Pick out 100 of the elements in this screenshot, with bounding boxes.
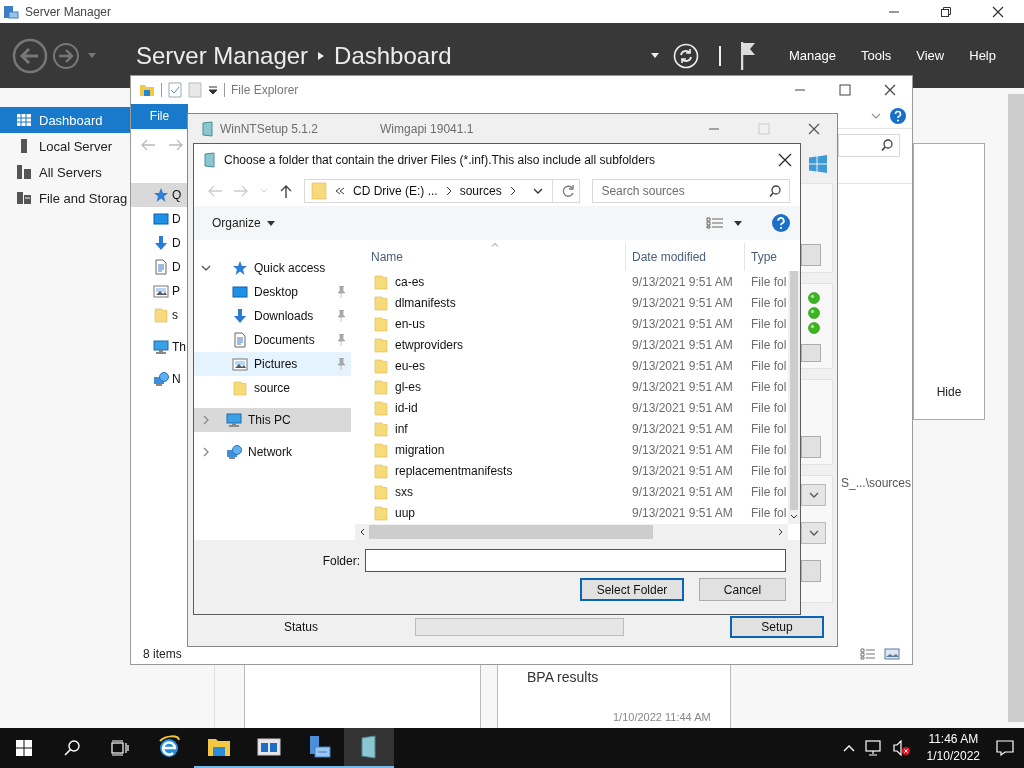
nav-item[interactable]: Downloads — [194, 304, 351, 328]
desktop-icon — [153, 211, 169, 227]
notification-icon[interactable] — [996, 740, 1014, 756]
nav-item[interactable]: Quick access — [194, 256, 351, 280]
nav-item[interactable]: D — [131, 255, 187, 279]
nav-item[interactable]: Pictures — [194, 352, 351, 376]
refresh-icon[interactable] — [672, 42, 699, 69]
up-arrow-icon[interactable] — [280, 183, 292, 198]
nav-item[interactable]: D — [131, 207, 187, 231]
file-name: sxs — [395, 484, 413, 499]
dialog-button[interactable]: Select Folder — [580, 578, 684, 601]
speaker-muted-icon[interactable] — [892, 740, 911, 756]
taskbar-button[interactable] — [344, 728, 394, 768]
column-header[interactable]: Name — [355, 243, 626, 271]
dropdown[interactable] — [801, 484, 826, 506]
folder-icon[interactable] — [139, 82, 155, 98]
close-icon[interactable] — [778, 152, 792, 167]
scroll-down-icon[interactable] — [790, 514, 798, 520]
nav-item[interactable]: Documents — [194, 328, 351, 352]
search-placeholder: Search sources — [601, 183, 685, 198]
file-row[interactable]: uup 9/13/2021 9:51 AM File fol — [355, 502, 788, 523]
back-icon[interactable] — [141, 139, 155, 151]
caret-icon[interactable] — [734, 220, 742, 226]
forward-icon[interactable] — [169, 139, 183, 151]
breadcrumb-arrow-icon — [318, 50, 325, 61]
breadcrumb-item[interactable]: sources — [459, 183, 502, 198]
customize-icon[interactable] — [208, 85, 218, 95]
help-icon[interactable] — [890, 108, 906, 124]
nav-item[interactable]: Network — [194, 440, 351, 464]
scroll-thumb[interactable] — [369, 525, 653, 539]
nav-item[interactable]: source — [194, 376, 351, 400]
organize-menu[interactable]: Organize — [212, 216, 275, 230]
clock[interactable]: 11:46 AM 1/10/2022 — [926, 731, 980, 765]
sidebar-item[interactable]: Local Server — [0, 133, 130, 159]
file-row[interactable]: sxs 9/13/2021 9:51 AM File fol — [355, 481, 788, 502]
help-icon[interactable] — [772, 214, 790, 232]
large-icons-view-icon[interactable] — [884, 648, 900, 660]
details-view-icon[interactable] — [860, 648, 876, 660]
hide-label[interactable]: Hide — [936, 385, 962, 399]
network-icon[interactable] — [864, 740, 883, 756]
file-row[interactable]: replacementmanifests 9/13/2021 9:51 AM File fol — [355, 460, 788, 481]
scroll-thumb[interactable] — [790, 271, 798, 510]
file-row[interactable]: ca-es 9/13/2021 9:51 AM File fol — [355, 271, 788, 292]
menu-item[interactable]: View — [916, 48, 945, 63]
nav-item[interactable]: This PC — [194, 408, 351, 432]
sidebar-item[interactable]: All Servers — [0, 159, 130, 185]
properties-icon[interactable] — [168, 82, 182, 98]
type-cell-text: File fol — [750, 337, 788, 352]
pin-icon[interactable] — [335, 358, 345, 370]
ribbon-tab[interactable]: File — [131, 103, 188, 129]
caret-icon[interactable] — [650, 53, 659, 58]
pin-icon[interactable] — [335, 286, 345, 298]
file-row[interactable]: id-id 9/13/2021 9:51 AM File fol — [355, 397, 788, 418]
view-options-icon[interactable] — [706, 217, 724, 229]
flag-icon[interactable] — [740, 41, 755, 70]
file-row[interactable]: gl-es 9/13/2021 9:51 AM File fol — [355, 376, 788, 397]
chevron-up-icon[interactable] — [842, 744, 855, 752]
file-row[interactable]: migration 9/13/2021 9:51 AM File fol — [355, 439, 788, 460]
field-label: Folder: — [322, 553, 360, 568]
file-row[interactable]: inf 9/13/2021 9:51 AM File fol — [355, 418, 788, 439]
close-icon[interactable] — [808, 122, 820, 135]
nav-item[interactable]: P — [131, 279, 187, 303]
scroll-right-icon[interactable] — [778, 528, 784, 536]
breadcrumb-item[interactable]: CD Drive (E:) ... — [353, 183, 438, 198]
nav-item[interactable]: Desktop — [194, 280, 351, 304]
search-field[interactable]: Search sources — [592, 178, 790, 203]
file-row[interactable]: etwproviders 9/13/2021 9:51 AM File fol — [355, 334, 788, 355]
column-header[interactable]: Type — [745, 243, 800, 271]
menu-item[interactable]: Manage — [788, 48, 836, 63]
close-icon[interactable] — [992, 5, 1004, 18]
file-row[interactable]: en-us 9/13/2021 9:51 AM File fol — [355, 313, 788, 334]
maximize-icon[interactable] — [940, 5, 952, 18]
nav-item[interactable]: D — [131, 231, 187, 255]
menu-item[interactable]: Tools — [860, 48, 892, 63]
file-row[interactable]: dlmanifests 9/13/2021 9:51 AM File fol — [355, 292, 788, 313]
pin-icon[interactable] — [335, 310, 345, 322]
nav-item[interactable]: Q — [131, 183, 187, 207]
dialog-button[interactable]: Cancel — [699, 578, 786, 601]
globe-e-icon — [157, 735, 181, 759]
nav-item[interactable]: N — [131, 367, 187, 391]
sidebar-item[interactable]: File and Storag — [0, 185, 130, 211]
folder-icon — [373, 378, 389, 395]
forward-icon[interactable] — [52, 41, 80, 70]
menu-item[interactable]: Help — [969, 48, 996, 63]
close-icon[interactable] — [884, 84, 896, 96]
setup-button[interactable]: Setup — [730, 616, 825, 638]
folder-icon — [232, 380, 248, 396]
sidebar-item[interactable]: Dashboard — [0, 107, 130, 133]
nav-item[interactable]: s — [131, 303, 187, 327]
column-header[interactable]: Date modified — [626, 243, 745, 271]
folder-icon — [373, 273, 389, 290]
nav-item[interactable]: Th — [131, 335, 187, 359]
file-row[interactable]: eu-es 9/13/2021 9:51 AM File fol — [355, 355, 788, 376]
pin-icon[interactable] — [335, 334, 345, 346]
scroll-left-icon[interactable] — [359, 528, 365, 536]
date-cell-text: 9/13/2021 9:51 AM — [631, 421, 734, 436]
back-icon[interactable] — [12, 37, 48, 74]
address-bar[interactable]: CD Drive (E:) ... sources — [304, 178, 581, 203]
folder-field[interactable] — [365, 549, 786, 572]
search-field[interactable] — [838, 133, 900, 157]
